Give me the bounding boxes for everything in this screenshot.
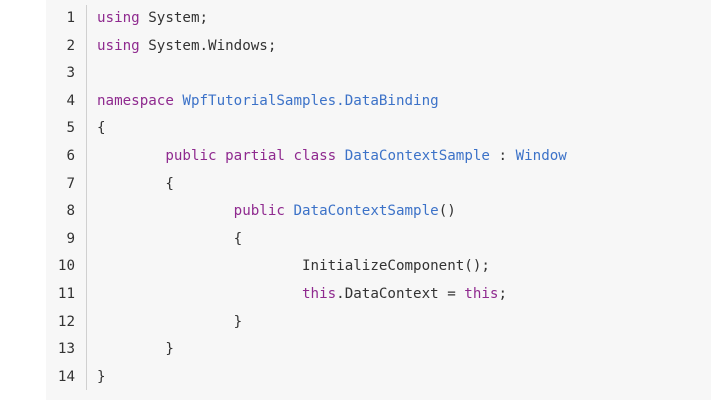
- code-token: System.Windows;: [139, 37, 277, 54]
- line-code: public DataContextSample(): [97, 198, 456, 226]
- line-number: 7: [66, 175, 75, 192]
- type-token: DataContextSample: [344, 148, 490, 164]
- keyword-token: public: [165, 148, 217, 164]
- line-number: 9: [66, 230, 75, 247]
- line-number: 2: [66, 37, 75, 54]
- line-number: 4: [66, 92, 75, 109]
- line-number: 13: [57, 341, 75, 358]
- line-number: 1: [66, 10, 75, 26]
- line-number: 14: [57, 368, 75, 385]
- code-token: }: [233, 313, 243, 330]
- code-token: (): [438, 203, 456, 220]
- code-token: }: [165, 341, 174, 358]
- code-token: :: [489, 148, 516, 164]
- line-code: InitializeComponent();: [97, 253, 490, 281]
- line-code: {: [97, 115, 106, 143]
- keyword-token: class: [293, 148, 337, 164]
- code-token: ;: [498, 286, 508, 302]
- code-token: {: [165, 175, 174, 192]
- keyword-token: using: [97, 10, 140, 26]
- line-code: }: [97, 336, 174, 364]
- line-number: 3: [66, 65, 75, 82]
- line-code: this.DataContext = this;: [97, 281, 507, 309]
- keyword-token: namespace: [97, 92, 174, 109]
- line-code: {: [97, 226, 243, 254]
- code-token: {: [97, 120, 106, 137]
- code-token: System;: [139, 10, 209, 26]
- keyword-token: partial: [225, 148, 285, 164]
- type-token: WpfTutorialSamples.DataBinding: [182, 92, 439, 109]
- line-number: 6: [66, 148, 75, 164]
- line-code: }: [97, 364, 106, 392]
- line-code: using System;: [97, 5, 208, 33]
- line-code: }: [97, 309, 243, 337]
- line-code: using System.Windows;: [97, 33, 276, 61]
- code-block: 1 using System; 2 using System.Windows; 3 4 na…: [46, 0, 711, 400]
- code-token: }: [97, 368, 106, 385]
- code-token: .DataContext =: [336, 286, 465, 302]
- keyword-token: public: [233, 203, 285, 220]
- code-token: {: [233, 230, 243, 247]
- keyword-token: this: [464, 286, 499, 302]
- line-number: 10: [57, 258, 75, 275]
- line-code: public partial class DataContextSample :…: [97, 143, 567, 171]
- keyword-token: this: [302, 286, 337, 302]
- line-number: 5: [66, 120, 75, 137]
- gutter-divider: [86, 5, 87, 390]
- keyword-token: using: [97, 37, 140, 54]
- type-token: DataContextSample: [293, 203, 439, 220]
- code-token: InitializeComponent();: [302, 258, 490, 275]
- line-number: 8: [66, 203, 75, 220]
- line-number: 12: [57, 313, 75, 330]
- type-token: Window: [515, 148, 567, 164]
- line-number: 11: [57, 286, 75, 302]
- line-code: {: [97, 171, 174, 199]
- line-code: namespace WpfTutorialSamples.DataBinding: [97, 88, 439, 116]
